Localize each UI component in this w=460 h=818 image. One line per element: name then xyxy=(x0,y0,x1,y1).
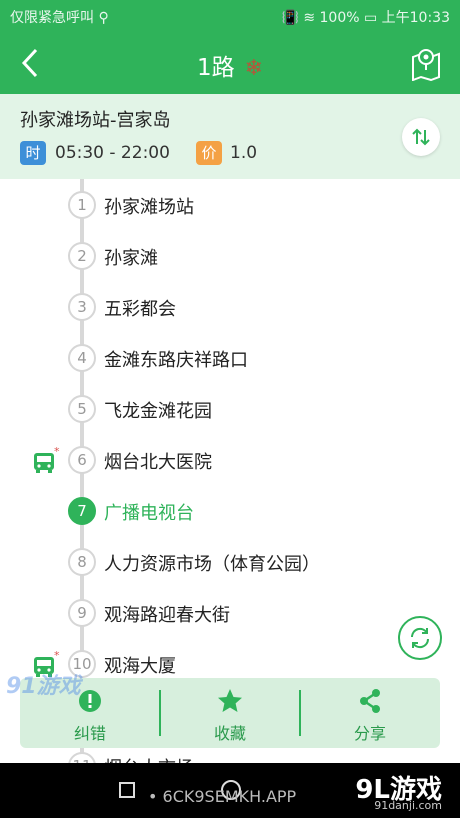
stop-name: 烟台大市场 xyxy=(104,754,194,763)
share-icon xyxy=(360,689,380,713)
stop-number: 9 xyxy=(68,599,96,627)
stop-name: 广播电视台 xyxy=(104,503,194,524)
stop-name: 孙家滩场站 xyxy=(104,197,194,218)
swap-icon xyxy=(412,128,430,146)
star-icon xyxy=(218,689,242,712)
stop-item[interactable]: 9 观海路迎春大街 xyxy=(0,587,460,638)
stop-number: 4 xyxy=(68,344,96,372)
service-hours: 05:30 - 22:00 xyxy=(55,143,170,163)
stop-name: 观海大厦 xyxy=(104,656,176,677)
stop-number: 8 xyxy=(68,548,96,576)
app-bar: 1路 ❄ xyxy=(0,32,460,94)
time-badge: 时 xyxy=(20,141,46,165)
watermark-logo: 91游戏 xyxy=(6,674,81,699)
stop-number: 1 xyxy=(68,191,96,219)
stop-item[interactable]: 3 五彩都会 xyxy=(0,281,460,332)
stop-name: 人力资源市场（体育公园） xyxy=(104,554,320,575)
svg-text:*: * xyxy=(54,650,60,662)
status-right: 📳 ≋ 100% ▭ 上午10:33 xyxy=(281,10,450,26)
stop-item[interactable]: 4 金滩东路庆祥路口 xyxy=(0,332,460,383)
stop-number: 6 xyxy=(68,446,96,474)
recent-apps-icon[interactable] xyxy=(119,782,135,798)
stop-item[interactable]: 8 人力资源市场（体育公园） xyxy=(0,536,460,587)
bus-icon: * xyxy=(34,446,60,473)
brand-url: 91danji.com xyxy=(374,799,442,812)
share-label: 分享 xyxy=(353,724,386,743)
favorite-label: 收藏 xyxy=(213,724,246,743)
stop-item[interactable]: 5 飞龙金滩花园 xyxy=(0,383,460,434)
refresh-button[interactable] xyxy=(398,616,442,660)
stop-name: 烟台北大医院 xyxy=(104,452,212,473)
route-info-panel: 孙家滩场站-宫家岛 时 05:30 - 22:00 价 1.0 xyxy=(0,94,460,179)
favorite-button[interactable]: 收藏 xyxy=(160,678,300,748)
stop-name: 观海路迎春大街 xyxy=(104,605,230,626)
stop-item-current[interactable]: 7 广播电视台 xyxy=(0,485,460,536)
share-button[interactable]: 分享 xyxy=(300,678,440,748)
refresh-icon xyxy=(410,627,430,649)
status-left: 仅限紧急呼叫 ⚲ xyxy=(10,10,109,26)
stop-name: 金滩东路庆祥路口 xyxy=(104,350,248,371)
system-nav-bar: • 6CK9SEMKH.APP 9L游戏 91danji.com xyxy=(0,763,460,818)
svg-text:*: * xyxy=(54,446,60,458)
stop-item[interactable]: 1 孙家滩场站 xyxy=(0,179,460,230)
swap-direction-button[interactable] xyxy=(402,118,440,156)
stop-number: 5 xyxy=(68,395,96,423)
report-error-label: 纠错 xyxy=(73,724,106,743)
price-badge: 价 xyxy=(196,141,222,165)
stop-number: 11 xyxy=(68,752,96,763)
status-bar: 仅限紧急呼叫 ⚲ 📳 ≋ 100% ▭ 上午10:33 xyxy=(0,0,460,32)
stop-item[interactable]: 2 孙家滩 xyxy=(0,230,460,281)
page-title: 1路 ❄ xyxy=(0,48,460,82)
stop-name: 孙家滩 xyxy=(104,248,158,269)
stop-number: 3 xyxy=(68,293,96,321)
action-bar: 纠错 收藏 分享 xyxy=(20,678,440,748)
fare: 1.0 xyxy=(230,143,258,163)
map-location-icon[interactable] xyxy=(410,45,442,81)
stop-number: 7 xyxy=(68,497,96,525)
stop-number: 2 xyxy=(68,242,96,270)
stop-item[interactable]: * 6 烟台北大医院 xyxy=(0,434,460,485)
app-id-text: • 6CK9SEMKH.APP xyxy=(148,787,297,806)
stop-name: 五彩都会 xyxy=(104,299,176,320)
snowflake-icon: ❄ xyxy=(244,56,264,81)
stop-name: 飞龙金滩花园 xyxy=(104,401,212,422)
route-name: 孙家滩场站-宫家岛 xyxy=(20,110,171,131)
route-title: 1路 xyxy=(196,55,235,81)
